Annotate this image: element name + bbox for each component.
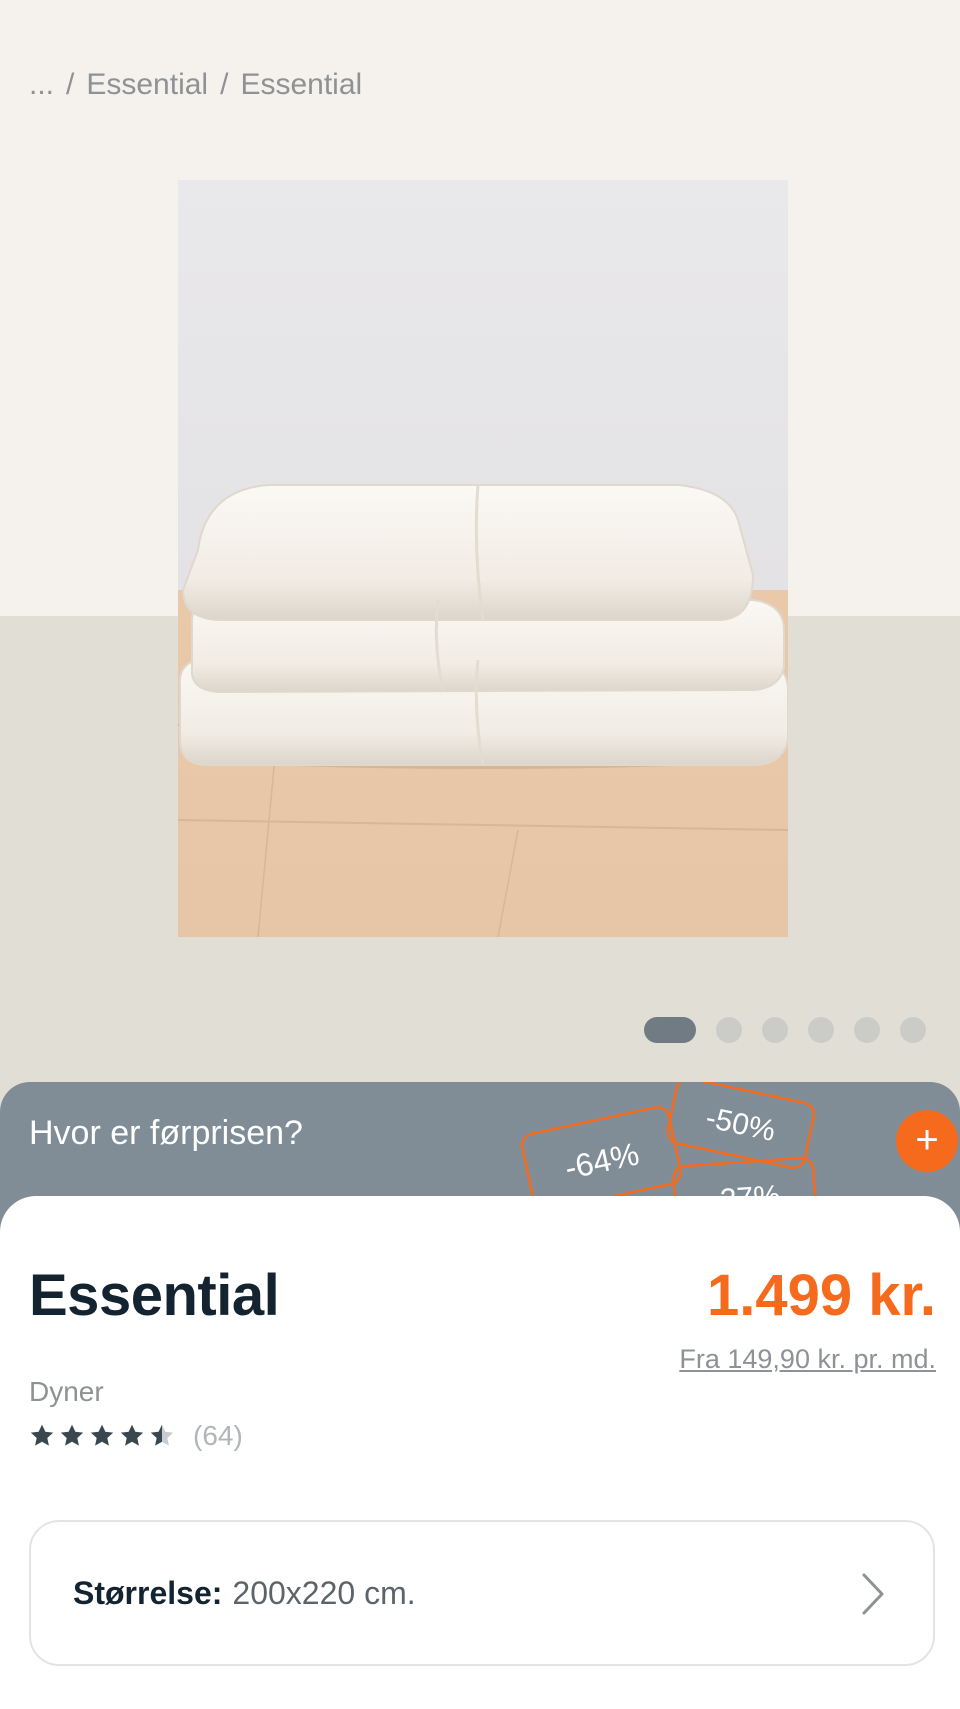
product-rating[interactable]: (64) — [29, 1420, 243, 1452]
gallery-dot-4[interactable] — [808, 1017, 834, 1043]
half-star-icon — [150, 1424, 174, 1446]
gallery-dot-1[interactable] — [644, 1017, 696, 1043]
star-rating — [29, 1423, 175, 1449]
breadcrumb: ... / Essential / Essential — [29, 68, 362, 102]
gallery-dot-5[interactable] — [854, 1017, 880, 1043]
product-hero: ... / Essential / Essential — [0, 0, 960, 1200]
product-price: 1.499 kr. — [707, 1263, 936, 1328]
duvet-photo — [178, 180, 788, 937]
plus-icon[interactable]: + — [896, 1110, 958, 1172]
product-title: Essential — [29, 1263, 280, 1328]
review-count: (64) — [193, 1420, 243, 1451]
size-value: 200x220 cm. — [232, 1574, 416, 1611]
discount-tags-illustration: -64% -50% -27% — [520, 1082, 818, 1212]
financing-link[interactable]: Fra 149,90 kr. pr. md. — [679, 1344, 936, 1375]
gallery-dot-3[interactable] — [762, 1017, 788, 1043]
discount-tag-2: -50% — [703, 1101, 778, 1148]
chevron-right-icon — [862, 1573, 884, 1615]
breadcrumb-ellipsis[interactable]: ... — [29, 68, 54, 102]
size-selector[interactable]: Størrelse: 200x220 cm. — [29, 1520, 935, 1666]
product-info-sheet: Essential 1.499 kr. Fra 149,90 kr. pr. m… — [0, 1196, 960, 1709]
gallery-pagination — [644, 1017, 926, 1043]
gallery-dot-2[interactable] — [716, 1017, 742, 1043]
star-icon — [120, 1424, 144, 1446]
breadcrumb-item-category[interactable]: Essential — [86, 68, 208, 102]
star-icon — [30, 1424, 54, 1446]
star-icon — [60, 1424, 84, 1446]
breadcrumb-separator: / — [66, 68, 75, 101]
breadcrumb-separator: / — [220, 68, 229, 101]
promo-text: Hvor er førprisen? — [29, 1114, 303, 1152]
size-label: Størrelse: — [73, 1574, 223, 1611]
product-category: Dyner — [29, 1376, 104, 1407]
product-image[interactable] — [178, 180, 788, 937]
breadcrumb-item-current: Essential — [240, 68, 363, 101]
gallery-dot-6[interactable] — [900, 1017, 926, 1043]
discount-tag-1: -64% — [562, 1135, 643, 1186]
star-icon — [90, 1424, 114, 1446]
